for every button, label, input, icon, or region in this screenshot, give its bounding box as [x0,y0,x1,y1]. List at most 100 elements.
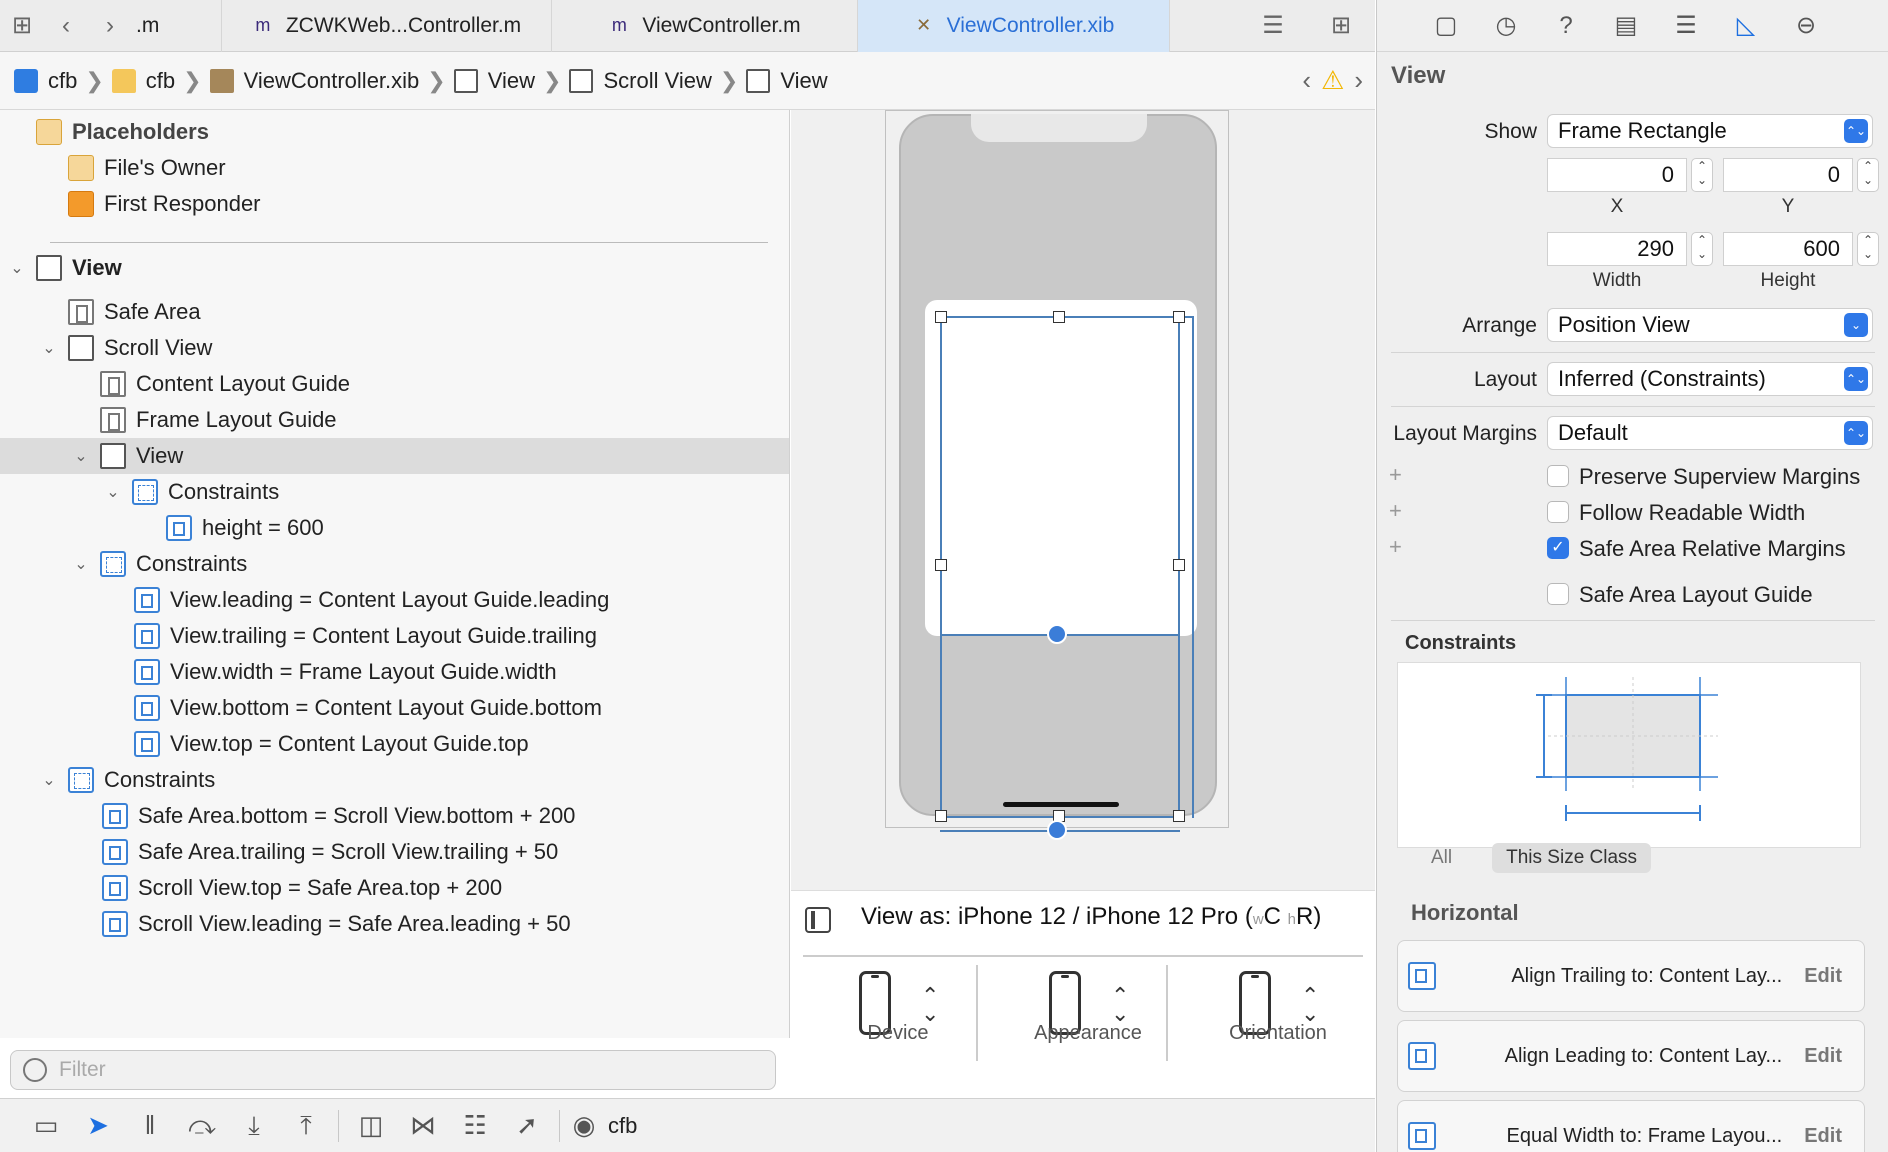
breadcrumb-xib[interactable]: ViewController.xib ❯ [209,68,446,94]
appearance-option[interactable]: ⌃ ⌄ Appearance [993,961,1183,1044]
tab-partial[interactable]: .m [132,0,222,52]
edit-button[interactable]: Edit [1804,1125,1842,1148]
step-out-icon[interactable]: ⤒ [280,1106,332,1146]
tab-this-size-class[interactable]: This Size Class [1492,843,1652,873]
attributes-inspector-icon[interactable]: ☰ [1667,7,1705,45]
resize-handle[interactable] [1173,311,1185,323]
plus-icon[interactable]: + [1389,462,1402,488]
disclosure-down-icon[interactable]: ⌄ [72,554,90,574]
hide-debug-area-icon[interactable]: ▭ [20,1106,72,1146]
height-stepper[interactable]: ⌃ ⌄ [1857,232,1879,266]
plus-icon[interactable]: + [1389,498,1402,524]
device-option[interactable]: ⌃ ⌄ Device [803,961,993,1044]
disclosure-down-icon[interactable]: ⌄ [104,482,122,502]
tab-zcwkweb[interactable]: m ZCWKWeb...Controller.m [222,0,552,52]
breadcrumb-project[interactable]: cfb ❯ [14,68,104,94]
help-inspector-icon[interactable]: ? [1547,7,1585,45]
breakpoints-icon[interactable]: ➤ [72,1106,124,1146]
connections-inspector-icon[interactable]: ⊖ [1787,7,1825,45]
width-field[interactable]: 290 [1547,232,1687,266]
outline-constraint-leading[interactable]: View.leading = Content Layout Guide.lead… [0,582,789,618]
outline-content-layout-guide[interactable]: Content Layout Guide [0,366,789,402]
show-popup[interactable]: Frame Rectangle ⌃⌄ [1547,114,1873,148]
disclosure-down-icon[interactable]: ⌄ [72,446,90,466]
outline-placeholders[interactable]: Placeholders [0,114,789,150]
outline-constraints-root[interactable]: ⌄ Constraints [0,762,789,798]
equal-constraint-badge[interactable] [1047,624,1067,644]
editor-options-icon[interactable]: ☰ [1239,0,1307,52]
x-stepper[interactable]: ⌃ ⌄ [1691,158,1713,192]
file-inspector-icon[interactable]: ▢ [1427,7,1465,45]
outline-safe-area[interactable]: Safe Area [0,294,789,330]
outline-safe-trailing[interactable]: Safe Area.trailing = Scroll View.trailin… [0,834,789,870]
arrange-popup[interactable]: Position View ⌄ [1547,308,1873,342]
outline-height-constraint[interactable]: height = 600 [0,510,789,546]
tab-all[interactable]: All [1417,843,1466,873]
grid-icon[interactable]: ⊞ [0,0,44,52]
filter-field[interactable]: Filter [10,1050,776,1090]
safe-area-layout-guide-checkbox[interactable] [1547,583,1569,605]
pause-icon[interactable]: ‖ [124,1106,176,1146]
outline-safe-top[interactable]: Scroll View.top = Safe Area.top + 200 [0,870,789,906]
back-arrow-icon[interactable]: ‹ [44,0,88,52]
resize-handle[interactable] [1173,559,1185,571]
process-icon[interactable]: ◉ [566,1106,602,1146]
outline-view[interactable]: ⌄ View [0,250,789,286]
interface-builder-canvas[interactable] [791,110,1375,890]
size-inspector-icon[interactable]: ◺ [1727,7,1765,45]
plus-icon[interactable]: + [1389,534,1402,560]
tab-viewcontroller-xib[interactable]: ✕ ViewController.xib [858,0,1170,52]
simulate-location-icon[interactable]: ➚ [501,1106,553,1146]
edit-button[interactable]: Edit [1804,1045,1842,1068]
y-stepper[interactable]: ⌃ ⌄ [1857,158,1879,192]
orientation-option[interactable]: ⌃ ⌄ Orientation [1183,961,1373,1044]
resize-handle[interactable] [935,810,947,822]
layout-popup[interactable]: Inferred (Constraints) ⌃⌄ [1547,362,1873,396]
outline-constraint-trailing[interactable]: View.trailing = Content Layout Guide.tra… [0,618,789,654]
disclosure-down-icon[interactable]: ⌄ [8,258,26,278]
height-field[interactable]: 600 [1723,232,1853,266]
constraint-row-leading[interactable]: Align Leading to: Content Lay... Edit [1397,1020,1865,1092]
sidebar-toggle-icon[interactable] [805,907,831,933]
identity-inspector-icon[interactable]: ▤ [1607,7,1645,45]
resize-handle[interactable] [935,311,947,323]
chevron-left-icon[interactable]: ‹ [1302,65,1311,96]
resize-handle[interactable] [1173,810,1185,822]
equal-constraint-badge[interactable] [1047,820,1067,840]
outline-constraints-scroll[interactable]: ⌄ Constraints [0,546,789,582]
outline-inner-view[interactable]: ⌄ View [0,438,789,474]
chevron-right-icon[interactable]: › [1354,65,1363,96]
breadcrumb-scroll-view[interactable]: Scroll View ❯ [569,68,738,94]
layout-margins-popup[interactable]: Default ⌃⌄ [1547,416,1873,450]
step-in-icon[interactable]: ⤓ [228,1106,280,1146]
width-stepper[interactable]: ⌃ ⌄ [1691,232,1713,266]
outline-safe-leading[interactable]: Scroll View.leading = Safe Area.leading … [0,906,789,942]
constraint-row-width[interactable]: Equal Width to: Frame Layou... Edit [1397,1100,1865,1152]
outline-constraint-bottom[interactable]: View.bottom = Content Layout Guide.botto… [0,690,789,726]
resize-handle[interactable] [1053,311,1065,323]
step-over-icon[interactable]: ⤼ [176,1106,228,1146]
preserve-superview-margins-checkbox[interactable] [1547,465,1569,487]
outline-safe-bottom[interactable]: Safe Area.bottom = Scroll View.bottom + … [0,798,789,834]
outline-first-responder[interactable]: First Responder [0,186,789,222]
outline-files-owner[interactable]: File's Owner [0,150,789,186]
outline-scroll-view[interactable]: ⌄ Scroll View [0,330,789,366]
outline-constraint-width[interactable]: View.width = Frame Layout Guide.width [0,654,789,690]
disclosure-down-icon[interactable]: ⌄ [40,770,58,790]
history-inspector-icon[interactable]: ◷ [1487,7,1525,45]
y-field[interactable]: 0 [1723,158,1853,192]
view-as-label[interactable]: View as: iPhone 12 / iPhone 12 Pro (wC h… [861,903,1321,931]
memory-graph-icon[interactable]: ⋈ [397,1106,449,1146]
safe-area-relative-margins-checkbox[interactable]: ✓ [1547,537,1569,559]
outline-constraints-inner[interactable]: ⌄ Constraints [0,474,789,510]
stepper-icon[interactable]: ⌃ ⌄ [921,985,939,1025]
breadcrumb-folder[interactable]: cfb ❯ [111,68,202,94]
tab-viewcontroller-m[interactable]: m ViewController.m [552,0,858,52]
x-field[interactable]: 0 [1547,158,1687,192]
edit-button[interactable]: Edit [1804,965,1842,988]
forward-arrow-icon[interactable]: › [88,0,132,52]
warning-icon[interactable]: ⚠ [1321,65,1344,96]
follow-readable-width-checkbox[interactable] [1547,501,1569,523]
stepper-icon[interactable]: ⌃ ⌄ [1111,985,1129,1025]
breadcrumb-inner-view[interactable]: View [746,68,828,94]
